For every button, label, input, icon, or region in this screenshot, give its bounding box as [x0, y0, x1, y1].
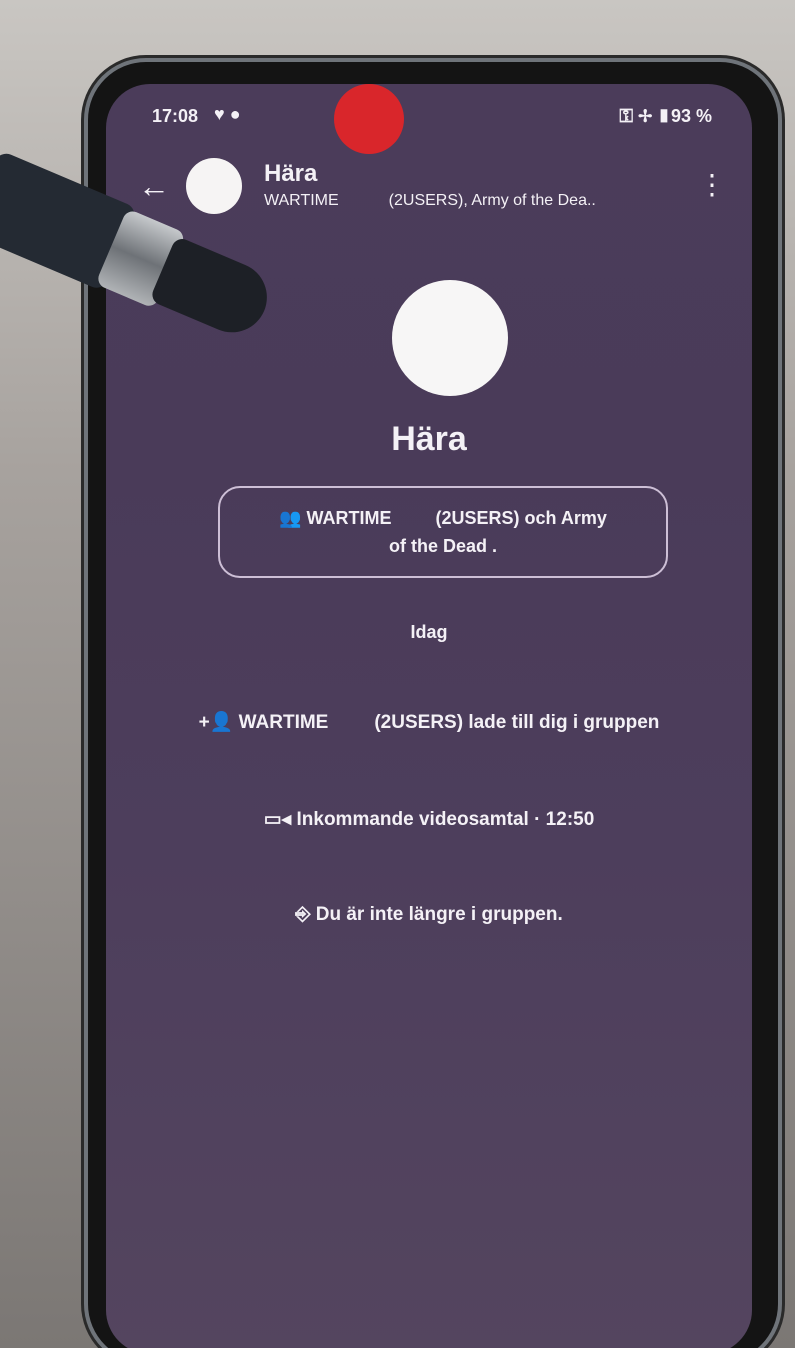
members-icon: 👥 [279, 508, 302, 528]
back-arrow-icon[interactable]: ← [138, 168, 170, 205]
group-name: Hära [391, 420, 467, 458]
members-part-1: WARTIME [306, 508, 392, 528]
video-call-icon: ▭◂ [263, 809, 292, 830]
subtitle-member-2: (2USERS), Army of the Dea.. [388, 192, 596, 209]
event-video-text: Inkommande videosamtal · 12:50 [296, 809, 595, 830]
event-left-text: Du är inte längre i gruppen. [315, 904, 563, 925]
members-card[interactable]: 👥 WARTIME (2USERS) och Army of the Dead . [218, 486, 668, 578]
event-added-to-group: +👤 WARTIME (2USERS) lade till dig i grupp… [106, 710, 752, 734]
status-time: 17:08 [152, 106, 199, 126]
battery-status: ⚿ ✢ ▮93 % [619, 106, 712, 126]
photo-scene: 17:08 ♥ ● ⚿ ✢ ▮93 % ← Härа WARTIME (2USER… [0, 0, 795, 1348]
chat-title[interactable]: Härа [264, 160, 317, 188]
date-separator: Idag [410, 622, 448, 642]
event-left-group: ⎆ Du är inte längre i gruppen. [106, 904, 752, 926]
group-avatar[interactable] [186, 158, 242, 214]
subtitle-member-1: WARTIME [264, 192, 339, 209]
notification-icons: ♥ ● [214, 104, 241, 124]
event-added-part-2: (2USERS) lade till dig i gruppen [374, 712, 660, 733]
chat-members-subtitle: WARTIME (2USERS), Army of the Dea.. [264, 192, 644, 210]
screen-record-dot [334, 84, 404, 154]
chat-header: ← Härа WARTIME (2USERS), Army of the Dea.… [106, 154, 752, 224]
members-part-2: (2USERS) och Army [435, 508, 607, 528]
event-added-part-1: WARTIME [238, 712, 329, 733]
leave-icon: ⎆ [295, 904, 311, 925]
add-person-icon: +👤 [198, 712, 234, 733]
event-video-call: ▭◂ Inkommande videosamtal · 12:50 [106, 808, 752, 831]
status-bar: 17:08 ♥ ● ⚿ ✢ ▮93 % [106, 84, 752, 154]
more-options-icon[interactable]: ⋮ [698, 168, 726, 201]
members-line-2: of the Dead . [388, 536, 497, 556]
profile-avatar [392, 280, 508, 396]
